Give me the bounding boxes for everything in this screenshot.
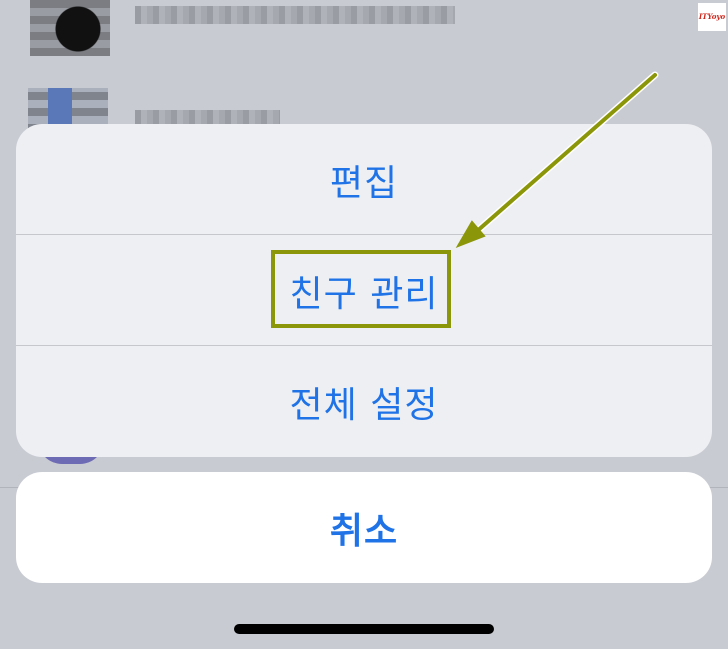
home-indicator (234, 624, 494, 634)
all-settings-button[interactable]: 전체 설정 (16, 346, 712, 457)
blurred-contact-name (135, 6, 455, 24)
edit-button[interactable]: 편집 (16, 124, 712, 235)
blurred-avatar (30, 0, 110, 56)
highlight-box (271, 250, 451, 328)
watermark-logo: ITYoyo (698, 3, 726, 31)
cancel-button[interactable]: 취소 (16, 472, 712, 583)
